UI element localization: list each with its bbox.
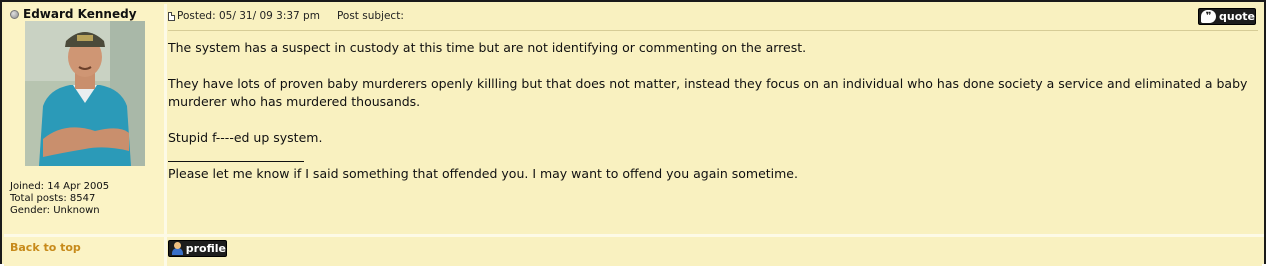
author-details: Joined: 14 Apr 2005 Total posts: 8547 Ge… <box>10 181 109 217</box>
author-name[interactable]: Edward Kennedy <box>23 7 137 21</box>
total-posts: Total posts: 8547 <box>10 193 96 204</box>
row-divider <box>4 234 1264 237</box>
joined-date: Joined: 14 Apr 2005 <box>10 181 110 192</box>
signature-divider <box>168 161 304 162</box>
post-header: Posted: 05/ 31/ 09 3:37 pm Post subject: <box>168 10 404 22</box>
post-paragraph: Stupid f----ed up system. <box>168 130 323 145</box>
offline-status-icon <box>10 9 19 19</box>
avatar <box>25 21 145 166</box>
quote-button[interactable]: ❞ quote <box>1198 8 1256 25</box>
post-header-divider <box>168 30 1258 31</box>
back-to-top-link[interactable]: Back to top <box>10 241 81 254</box>
gender: Gender: Unknown <box>10 205 100 216</box>
post-subject-label: Post subject: <box>336 10 404 22</box>
column-divider <box>164 4 167 266</box>
author-header: Edward Kennedy <box>10 7 137 21</box>
profile-button[interactable]: profile <box>168 240 227 257</box>
profile-icon <box>172 242 183 255</box>
post-body: The system has a suspect in custody at t… <box>168 39 1258 201</box>
avatar-image <box>25 21 145 166</box>
post-footer-right <box>167 237 1262 266</box>
post-paragraph: The system has a suspect in custody at t… <box>168 40 807 55</box>
profile-button-label: profile <box>185 242 226 255</box>
post-icon[interactable] <box>168 11 175 21</box>
post-paragraph: They have lots of proven baby murderers … <box>168 76 1248 109</box>
quote-icon: ❞ <box>1201 10 1216 23</box>
quote-button-label: quote <box>1219 10 1255 23</box>
post-date: Posted: 05/ 31/ 09 3:37 pm <box>177 10 320 22</box>
signature: Please let me know if I said something t… <box>168 166 798 181</box>
